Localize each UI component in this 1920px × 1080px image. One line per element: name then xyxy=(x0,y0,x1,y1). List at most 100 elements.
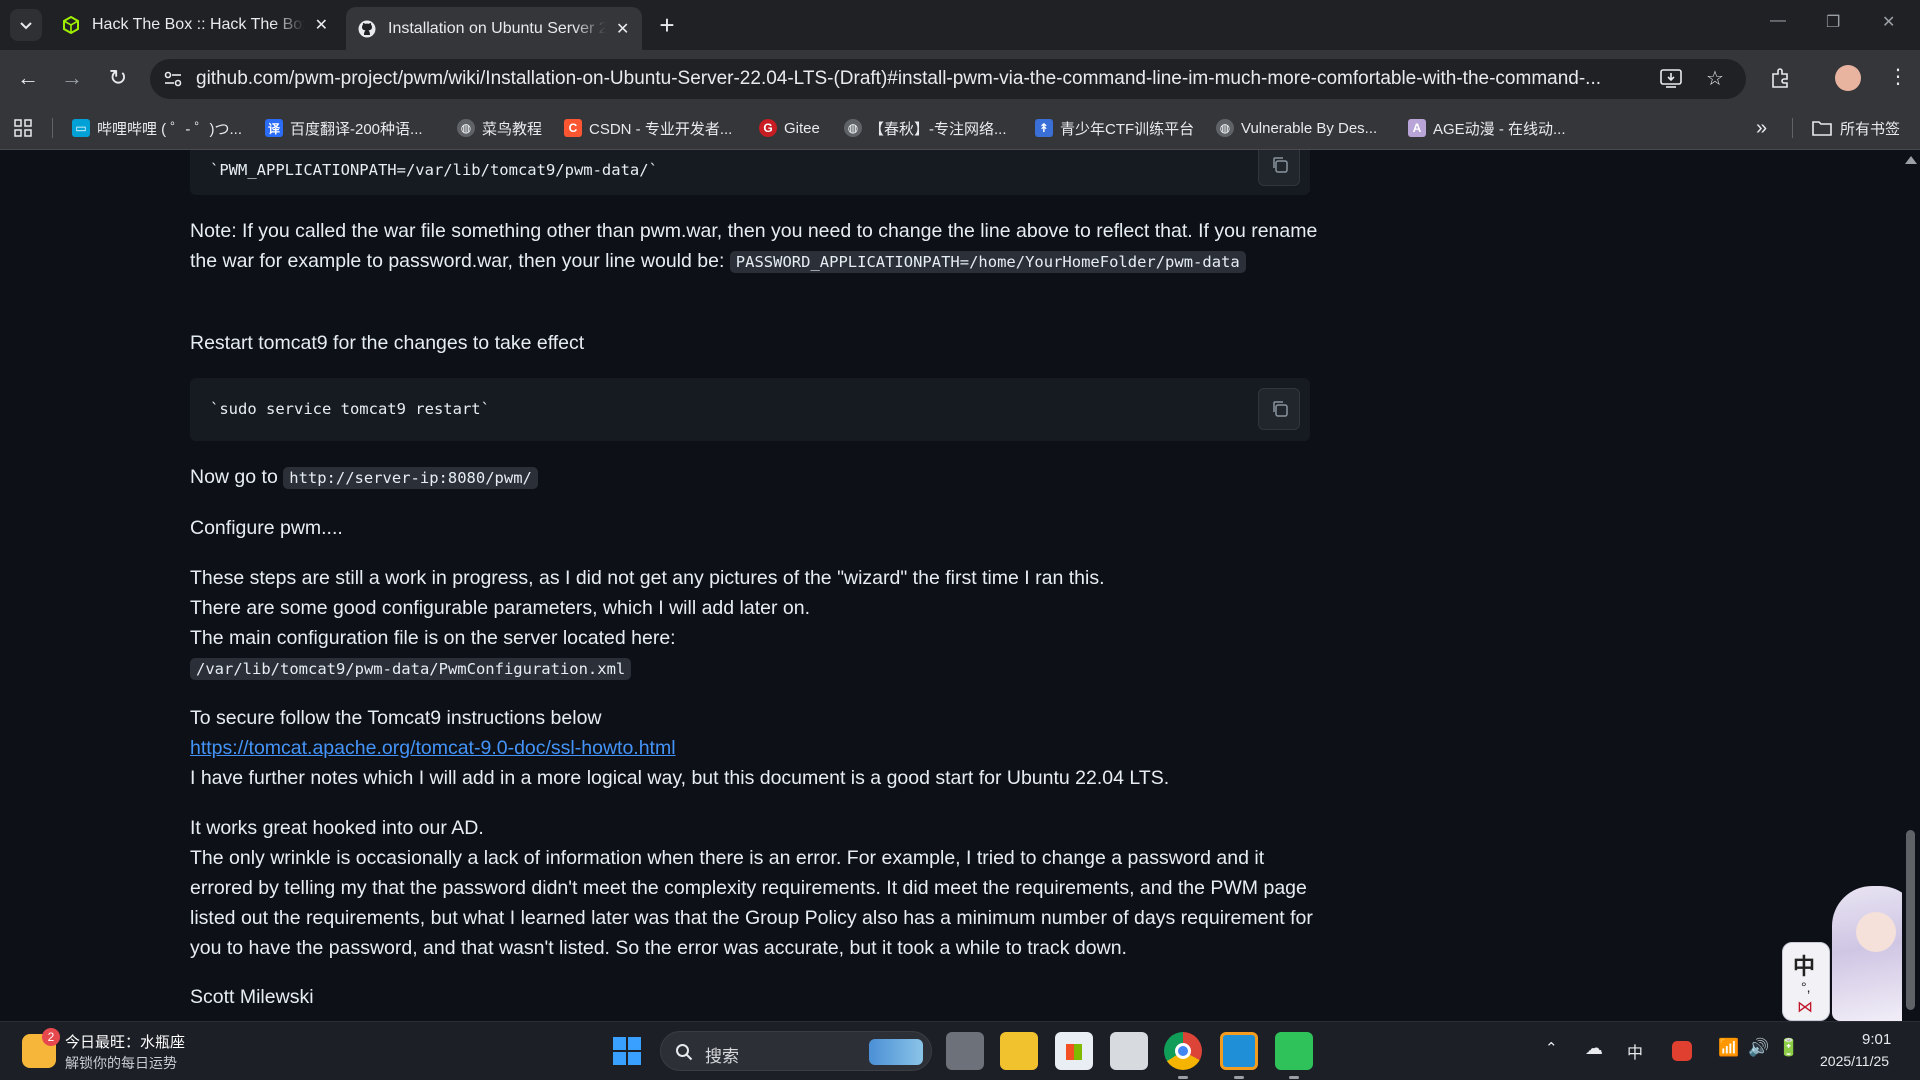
steps-paragraph: These steps are still a work in progress… xyxy=(190,563,1320,684)
scroll-up-icon[interactable] xyxy=(1905,156,1917,164)
notification-badge: 2 xyxy=(42,1028,60,1046)
battery-icon[interactable]: 🔋 xyxy=(1778,1038,1799,1058)
widgets-icon[interactable]: 2 xyxy=(22,1028,60,1068)
copy-button[interactable] xyxy=(1258,388,1300,430)
green-app-icon[interactable] xyxy=(1275,1032,1313,1070)
task-view-icon[interactable] xyxy=(946,1032,984,1070)
tab-title: Installation on Ubuntu Server 22.04 LTS xyxy=(388,19,606,37)
floating-assistant[interactable]: 中 °, ⋈ xyxy=(1782,886,1920,1021)
ime-indicator[interactable]: 中 xyxy=(1627,1039,1643,1063)
bookmark-qsnctf[interactable]: ↟ 青少年CTF训练平台 xyxy=(1035,116,1194,140)
bookmark-label: 哔哩哔哩 ( ゜- ゜)つ... xyxy=(97,120,242,138)
bookmark-gitee[interactable]: G Gitee xyxy=(759,116,820,140)
close-icon[interactable]: ✕ xyxy=(315,15,328,35)
configure-paragraph: Configure pwm.... xyxy=(190,517,343,539)
bookmark-chunqiu[interactable]: ◍ 【春秋】-专注网络... xyxy=(844,116,1007,140)
tab-title: Hack The Box :: Hack The Box xyxy=(92,16,305,33)
copy-icon xyxy=(1273,157,1288,173)
chrome-icon[interactable] xyxy=(1164,1032,1202,1070)
folder-icon xyxy=(1812,121,1832,136)
secure-line: I have further notes which I will add in… xyxy=(190,767,1170,789)
scrollbar-thumb[interactable] xyxy=(1906,830,1915,1010)
bookmark-baidu-translate[interactable]: 译百度翻译-200种语... xyxy=(265,116,423,140)
steps-line: The main configuration file is on the se… xyxy=(190,627,676,649)
extensions-icon[interactable] xyxy=(1770,67,1792,89)
search-icon xyxy=(676,1044,693,1061)
globe-icon: ◍ xyxy=(1216,119,1234,137)
globe-icon: ◍ xyxy=(457,119,475,137)
bookmarks-overflow-icon[interactable]: » xyxy=(1756,116,1767,140)
forward-icon[interactable]: → xyxy=(56,62,88,94)
tab-hack-the-box[interactable]: Hack The Box :: Hack The Box ✕ xyxy=(50,7,340,43)
install-app-icon[interactable] xyxy=(1660,69,1682,89)
age-icon: A xyxy=(1408,119,1426,137)
minimize-icon[interactable]: — xyxy=(1770,12,1786,30)
bookmark-label: 百度翻译-200种语... xyxy=(290,120,423,138)
vpn-app-icon[interactable] xyxy=(1220,1032,1258,1070)
widget-title[interactable]: 今日最旺：水瓶座 xyxy=(65,1031,185,1052)
ime-toolbar[interactable]: 中 °, ⋈ xyxy=(1782,942,1830,1021)
bookmark-csdn[interactable]: C CSDN - 专业开发者... xyxy=(564,116,732,140)
restore-icon[interactable]: ❐ xyxy=(1826,12,1840,32)
github-icon xyxy=(358,20,376,37)
bookmark-age[interactable]: A AGE动漫 - 在线动... xyxy=(1408,116,1566,140)
bookmarks-divider xyxy=(1792,118,1793,138)
chrome-center xyxy=(1175,1043,1191,1059)
bookmark-label: 【春秋】-专注网络... xyxy=(869,120,1007,138)
url-text: github.com/pwm-project/pwm/wiki/Installa… xyxy=(196,68,1602,89)
mascot-face xyxy=(1856,912,1896,952)
bookmark-star-icon[interactable]: ☆ xyxy=(1706,67,1724,91)
punctuation-icon: °, xyxy=(1801,979,1811,995)
site-settings-icon[interactable] xyxy=(164,71,182,87)
bookmark-runoob[interactable]: ◍ 菜鸟教程 xyxy=(457,116,542,140)
chevron-down-icon xyxy=(20,22,32,30)
note-paragraph: Note: If you called the war file somethi… xyxy=(190,216,1320,277)
code-block-applicationpath: `PWM_APPLICATIONPATH=/var/lib/tomcat9/pw… xyxy=(190,150,1310,195)
widget-subtitle[interactable]: 解锁你的每日运势 xyxy=(65,1053,177,1073)
search-placeholder: 搜索 xyxy=(705,1047,739,1066)
taskbar-search[interactable]: 搜索 xyxy=(660,1031,932,1071)
onedrive-icon[interactable]: ☁ xyxy=(1585,1038,1603,1059)
all-bookmarks-folder[interactable]: 所有书签 xyxy=(1812,116,1900,140)
bookmark-vulnhub[interactable]: ◍ Vulnerable By Des... xyxy=(1216,116,1377,140)
close-icon[interactable]: ✕ xyxy=(616,19,629,39)
ad-line: It works great hooked into our AD. xyxy=(190,817,484,839)
tab-search-button[interactable] xyxy=(10,9,42,41)
bookmark-label: 菜鸟教程 xyxy=(482,120,543,138)
wifi-icon[interactable]: 📶 xyxy=(1718,1038,1739,1058)
search-highlight-icon xyxy=(869,1039,923,1065)
inline-code: /var/lib/tomcat9/pwm-data/PwmConfigurati… xyxy=(190,658,632,680)
bookmark-bilibili[interactable]: ▭ 哔哩哔哩 ( ゜- ゜)つ... xyxy=(72,116,242,140)
snipping-tool-icon[interactable] xyxy=(1110,1032,1148,1070)
windows-start-icon[interactable] xyxy=(612,1036,642,1066)
bookmarks-divider xyxy=(52,118,53,138)
apps-grid-icon[interactable] xyxy=(14,119,32,137)
bookmark-label: 所有书签 xyxy=(1840,120,1901,138)
reload-icon[interactable]: ↻ xyxy=(102,62,134,94)
bookmark-label: CSDN - 专业开发者... xyxy=(589,120,733,138)
ad-line: The only wrinkle is occasionally a lack … xyxy=(190,847,1313,959)
new-tab-button[interactable]: + xyxy=(652,10,682,40)
copy-button[interactable] xyxy=(1258,150,1300,186)
sogou-icon[interactable] xyxy=(1672,1041,1692,1061)
clock-date[interactable]: 2025/11/25 xyxy=(1820,1053,1889,1069)
address-bar[interactable]: github.com/pwm-project/pwm/wiki/Installa… xyxy=(150,59,1746,99)
volume-icon[interactable]: 🔊 xyxy=(1748,1038,1769,1058)
profile-avatar[interactable] xyxy=(1835,65,1861,91)
back-icon[interactable]: ← xyxy=(12,62,44,94)
more-menu-icon[interactable]: ⋮ xyxy=(1888,65,1908,89)
tomcat-ssl-link[interactable]: https://tomcat.apache.org/tomcat-9.0-doc… xyxy=(190,737,676,759)
inline-code: http://server-ip:8080/pwm/ xyxy=(283,467,538,489)
tray-overflow-icon[interactable]: ⌃ xyxy=(1545,1039,1558,1057)
window-close-icon[interactable]: ✕ xyxy=(1882,12,1895,32)
tab-installation-ubuntu[interactable]: Installation on Ubuntu Server 22.04 LTS … xyxy=(346,7,642,50)
bow-icon: ⋈ xyxy=(1797,999,1813,1016)
file-explorer-icon[interactable] xyxy=(1000,1032,1038,1070)
clock-time[interactable]: 9:01 xyxy=(1862,1031,1891,1048)
microsoft-store-icon[interactable] xyxy=(1055,1032,1093,1070)
steps-line: There are some good configurable paramet… xyxy=(190,597,810,619)
code-text: `PWM_APPLICATIONPATH=/var/lib/tomcat9/pw… xyxy=(210,161,658,179)
browser-toolbar: ← → ↻ github.com/pwm-project/pwm/wiki/In… xyxy=(0,50,1920,106)
code-text: `sudo service tomcat9 restart` xyxy=(210,400,490,418)
code-block-restart: `sudo service tomcat9 restart` xyxy=(190,378,1310,441)
